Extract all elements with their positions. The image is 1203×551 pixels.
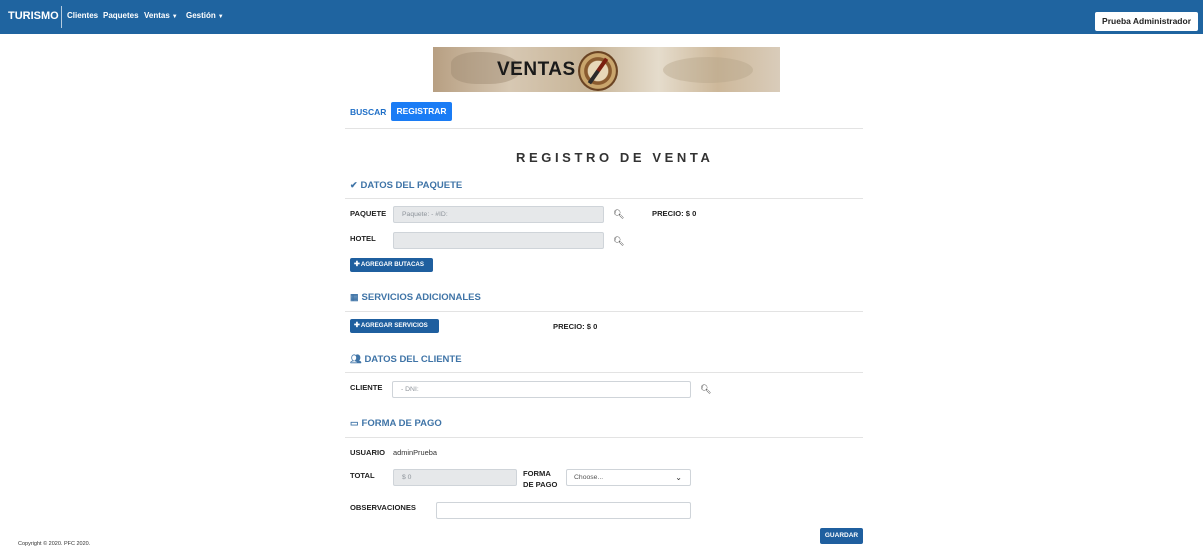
chevron-down-icon: ⌄	[675, 473, 682, 482]
guardar-button[interactable]: GUARDAR	[820, 528, 863, 544]
forma-pago-label-1: FORMA	[523, 469, 551, 478]
nav-item-paquetes[interactable]: Paquetes	[103, 11, 139, 20]
usuario-value: adminPrueba	[393, 448, 437, 457]
add-butacas-button[interactable]: ✚AGREGAR BUTACAS	[350, 258, 433, 272]
map-icon: ▦	[350, 292, 359, 302]
user-menu-button[interactable]: Prueba Administrador	[1095, 12, 1198, 31]
divider	[345, 372, 863, 373]
hotel-input[interactable]	[393, 232, 604, 249]
nav-item-clientes[interactable]: Clientes	[67, 11, 98, 20]
tab-buscar[interactable]: BUSCAR	[350, 107, 386, 117]
search-icon[interactable]: 🔍︎	[613, 236, 624, 247]
section-title-text: SERVICIOS ADICIONALES	[361, 292, 481, 303]
footer-copyright: Copyright © 2020. PFC 2020.	[18, 541, 91, 547]
section-title-pago: ▭ FORMA DE PAGO	[350, 418, 442, 429]
section-title-text: DATOS DEL PAQUETE	[360, 180, 463, 191]
observaciones-label: OBSERVACIONES	[350, 503, 416, 512]
brand-divider	[61, 6, 62, 28]
page-title: REGISTRO DE VENTA	[516, 150, 714, 165]
forma-pago-label-2: DE PAGO	[523, 480, 558, 489]
search-icon[interactable]: 🔍︎	[700, 384, 711, 395]
nav-item-gestion[interactable]: Gestión ▼	[186, 11, 224, 20]
tab-registrar[interactable]: REGISTRAR	[391, 102, 452, 121]
check-icon: ✔	[350, 180, 358, 190]
observaciones-input[interactable]	[436, 502, 691, 519]
nav-item-label: Ventas	[144, 11, 170, 20]
section-title-text: DATOS DEL CLIENTE	[364, 354, 462, 365]
servicios-price: PRECIO: $ 0	[553, 322, 598, 331]
nav-item-label: Paquetes	[103, 11, 139, 20]
brand-logo[interactable]: TURISMO	[8, 10, 59, 22]
total-label: TOTAL	[350, 471, 375, 480]
paquete-price: PRECIO: $ 0	[652, 209, 697, 218]
divider	[345, 311, 863, 312]
top-navbar: TURISMO Clientes Paquetes Ventas ▼ Gestió…	[0, 0, 1203, 34]
paquete-label: PAQUETE	[350, 209, 387, 218]
add-servicios-button[interactable]: ✚AGREGAR SERVICIOS	[350, 319, 439, 333]
caret-down-icon: ▼	[217, 14, 224, 20]
section-title-servicios: ▦ SERVICIOS ADICIONALES	[350, 292, 481, 303]
caret-down-icon: ▼	[171, 14, 178, 20]
ventas-banner-image: VENTAS	[433, 47, 780, 92]
section-title-cliente: 👥︎ DATOS DEL CLIENTE	[350, 354, 462, 365]
section-title-paquete: ✔ DATOS DEL PAQUETE	[350, 180, 462, 191]
nav-item-label: Gestión	[186, 11, 216, 20]
section-title-text: FORMA DE PAGO	[361, 418, 442, 429]
search-icon[interactable]: 🔍︎	[613, 209, 624, 220]
nav-item-ventas[interactable]: Ventas ▼	[144, 11, 178, 20]
cliente-label: CLIENTE	[350, 383, 383, 392]
divider	[345, 128, 863, 129]
paquete-input[interactable]: Paquete: - #ID:	[393, 206, 604, 223]
plus-icon: ✚	[354, 261, 360, 268]
users-icon: 👥︎	[350, 354, 362, 364]
button-label: AGREGAR SERVICIOS	[360, 322, 428, 329]
button-label: AGREGAR BUTACAS	[360, 261, 425, 268]
total-input[interactable]: $ 0	[393, 469, 517, 486]
forma-pago-select[interactable]: Choose... ⌄	[566, 469, 691, 486]
plus-icon: ✚	[354, 322, 360, 329]
hotel-label: HOTEL	[350, 234, 376, 243]
usuario-label: USUARIO	[350, 448, 386, 457]
credit-card-icon: ▭	[350, 418, 359, 428]
banner-title: VENTAS	[497, 59, 576, 80]
nav-item-label: Clientes	[67, 11, 99, 20]
divider	[345, 437, 863, 438]
map-texture	[663, 57, 753, 83]
divider	[345, 198, 863, 199]
cliente-input[interactable]: - DNI:	[392, 381, 691, 398]
select-value: Choose...	[574, 474, 604, 481]
